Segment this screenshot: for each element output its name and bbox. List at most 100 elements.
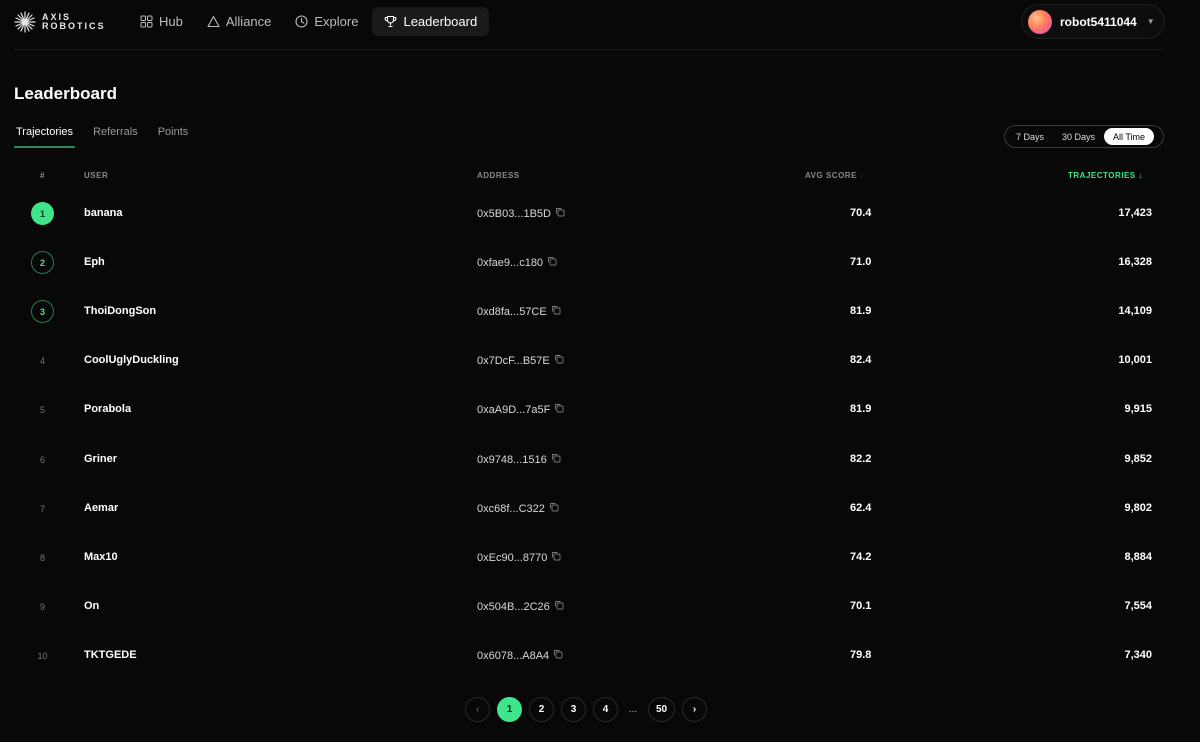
address-text: 0x504B...2C26	[477, 600, 550, 613]
copy-icon[interactable]	[551, 551, 561, 564]
avg-score-label: AVG SCORE	[805, 171, 857, 180]
address-text: 0x5B03...1B5D	[477, 207, 551, 220]
trajectories-count: 16,328	[1118, 256, 1152, 268]
rank-badge: 9	[39, 601, 45, 612]
table-row[interactable]: 2 Eph 0xfae9...c180 71.0 16,328	[0, 239, 1200, 288]
wallet-address: 0x5B03...1B5D	[477, 207, 565, 220]
address-text: 0xEc90...8770	[477, 551, 548, 564]
rank-badge: 5	[39, 404, 45, 415]
trajectories-count: 9,852	[1124, 453, 1152, 465]
nav-item-leaderboard[interactable]: Leaderboard	[372, 7, 490, 36]
nav-label-leaderboard: Leaderboard	[403, 14, 478, 29]
header-divider	[14, 49, 1164, 50]
copy-icon[interactable]	[554, 354, 564, 367]
rank-badge: 10	[37, 650, 48, 661]
compass-icon	[295, 15, 308, 28]
copy-icon[interactable]	[551, 453, 561, 466]
trajectories-count: 7,340	[1124, 649, 1152, 661]
rank-badge: 1	[31, 202, 54, 225]
address-text: 0x6078...A8A4	[477, 649, 550, 662]
wallet-address: 0xfae9...c180	[477, 256, 557, 269]
page-button-50[interactable]: 50	[648, 697, 675, 722]
nav-item-explore[interactable]: Explore	[285, 7, 368, 36]
table-row[interactable]: 4 CoolUglyDuckling 0x7DcF...B57E 82.4 10,001	[0, 337, 1200, 386]
table-row[interactable]: 3 ThoiDongSon 0xd8fa...57CE 81.9 14,109	[0, 288, 1200, 337]
range-all-time[interactable]: All Time	[1104, 128, 1155, 145]
avg-score: 74.2	[850, 551, 872, 563]
brand-logo[interactable]: AXIS ROBOTICS	[14, 10, 106, 34]
wallet-address: 0x504B...2C26	[477, 600, 564, 613]
trophy-icon	[385, 15, 397, 28]
range-7-days[interactable]: 7 Days	[1007, 128, 1053, 145]
pagination: ‹ 1 2 3 4 ... 50 ›	[465, 697, 707, 722]
tab-points[interactable]: Points	[156, 124, 191, 148]
address-text: 0xaA9D...7a5F	[477, 403, 551, 416]
copy-icon[interactable]	[554, 600, 564, 613]
user-name: banana	[84, 207, 123, 219]
nav-label-explore: Explore	[314, 14, 359, 29]
address-text: 0x9748...1516	[477, 453, 547, 466]
rank-badge: 3	[31, 300, 54, 323]
page-button-3[interactable]: 3	[561, 697, 586, 722]
main-nav: Hub Alliance Explore Leaderboard	[130, 7, 490, 36]
sort-arrow-icon: ↓	[859, 171, 865, 180]
column-header-user: USER	[84, 171, 109, 180]
copy-icon[interactable]	[547, 256, 557, 269]
table-row[interactable]: 8 Max10 0xEc90...8770 74.2 8,884	[0, 534, 1200, 583]
rank-badge: 4	[39, 355, 45, 366]
address-text: 0xfae9...c180	[477, 256, 544, 269]
nav-label-alliance: Alliance	[225, 14, 272, 29]
nav-item-alliance[interactable]: Alliance	[197, 7, 282, 36]
prev-page-button[interactable]: ‹	[465, 697, 490, 722]
rank-badge: 2	[31, 251, 54, 274]
copy-icon[interactable]	[549, 502, 559, 515]
table-row[interactable]: 10 TKTGEDE 0x6078...A8A4 79.8 7,340	[0, 632, 1200, 681]
user-name: Porabola	[84, 403, 132, 415]
user-name: Aemar	[84, 502, 119, 514]
user-name: On	[84, 600, 100, 612]
user-name: Eph	[84, 256, 105, 268]
user-menu-button[interactable]: robot5411044 ▼	[1021, 4, 1165, 39]
copy-icon[interactable]	[551, 305, 561, 318]
rank-badge: 6	[39, 454, 45, 465]
table-row[interactable]: 6 Griner 0x9748...1516 82.2 9,852	[0, 436, 1200, 485]
wallet-address: 0x9748...1516	[477, 453, 561, 466]
table-row[interactable]: 5 Porabola 0xaA9D...7a5F 81.9 9,915	[0, 386, 1200, 435]
username: robot5411044	[1060, 14, 1137, 29]
page-title: Leaderboard	[14, 84, 117, 103]
table-row[interactable]: 7 Aemar 0xc68f...C322 62.4 9,802	[0, 485, 1200, 534]
column-header-trajectories[interactable]: TRAJECTORIES ↓	[1068, 171, 1143, 180]
wallet-address: 0xaA9D...7a5F	[477, 403, 564, 416]
page-button-4[interactable]: 4	[593, 697, 618, 722]
time-range-toggle: 7 Days 30 Days All Time	[1004, 125, 1164, 148]
range-30-days[interactable]: 30 Days	[1053, 128, 1104, 145]
avg-score: 62.4	[850, 502, 872, 514]
page-button-1[interactable]: 1	[497, 697, 522, 722]
tab-referrals[interactable]: Referrals	[91, 124, 140, 148]
avg-score: 81.9	[850, 403, 872, 415]
avg-score: 70.1	[850, 600, 872, 612]
copy-icon[interactable]	[553, 649, 563, 662]
next-page-button[interactable]: ›	[682, 697, 707, 722]
user-name: CoolUglyDuckling	[84, 354, 179, 366]
brand-line-2: ROBOTICS	[42, 21, 106, 31]
user-name: TKTGEDE	[84, 649, 137, 661]
chevron-down-icon: ▼	[1146, 17, 1155, 26]
avg-score: 79.8	[850, 649, 872, 661]
copy-icon[interactable]	[555, 207, 565, 220]
tab-trajectories[interactable]: Trajectories	[14, 124, 76, 148]
trajectories-count: 14,109	[1118, 305, 1152, 317]
rank-badge: 8	[39, 552, 45, 563]
table-row[interactable]: 1 banana 0x5B03...1B5D 70.4 17,423	[0, 190, 1200, 239]
column-header-address: ADDRESS	[477, 171, 520, 180]
rank-badge: 7	[39, 503, 45, 514]
copy-icon[interactable]	[554, 403, 564, 416]
wallet-address: 0xc68f...C322	[477, 502, 559, 515]
column-header-avg-score[interactable]: AVG SCORE ↓	[805, 171, 864, 180]
triangle-icon	[207, 15, 220, 28]
wallet-address: 0x6078...A8A4	[477, 649, 563, 662]
table-row[interactable]: 9 On 0x504B...2C26 70.1 7,554	[0, 583, 1200, 632]
page-button-2[interactable]: 2	[529, 697, 554, 722]
nav-item-hub[interactable]: Hub	[130, 7, 193, 36]
address-text: 0xd8fa...57CE	[477, 305, 547, 318]
